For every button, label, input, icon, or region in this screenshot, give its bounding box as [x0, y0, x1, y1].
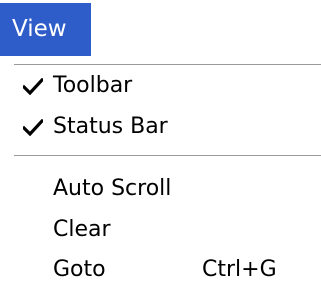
- menu-item-label: Goto: [53, 257, 106, 282]
- view-menu-title[interactable]: View: [0, 3, 91, 56]
- menu-item-label: Clear: [53, 217, 111, 242]
- menu-item-label: Auto Scroll: [53, 176, 172, 201]
- menu-item-clear[interactable]: Clear: [0, 212, 321, 248]
- view-menu-label: View: [12, 16, 67, 42]
- menu-separator: [14, 155, 321, 157]
- menu-item-status-bar[interactable]: Status Bar: [0, 109, 321, 145]
- menu-item-auto-scroll[interactable]: Auto Scroll: [0, 171, 321, 207]
- checkmark-icon: [23, 119, 43, 136]
- menu-item-toolbar[interactable]: Toolbar: [0, 68, 321, 104]
- menu-item-label: Toolbar: [53, 73, 133, 98]
- checkmark-icon: [23, 78, 43, 95]
- menu-item-goto[interactable]: Goto Ctrl+G: [0, 252, 321, 288]
- menu-item-shortcut: Ctrl+G: [202, 257, 277, 282]
- menu-top-separator: [14, 64, 321, 66]
- menu-item-label: Status Bar: [53, 114, 168, 139]
